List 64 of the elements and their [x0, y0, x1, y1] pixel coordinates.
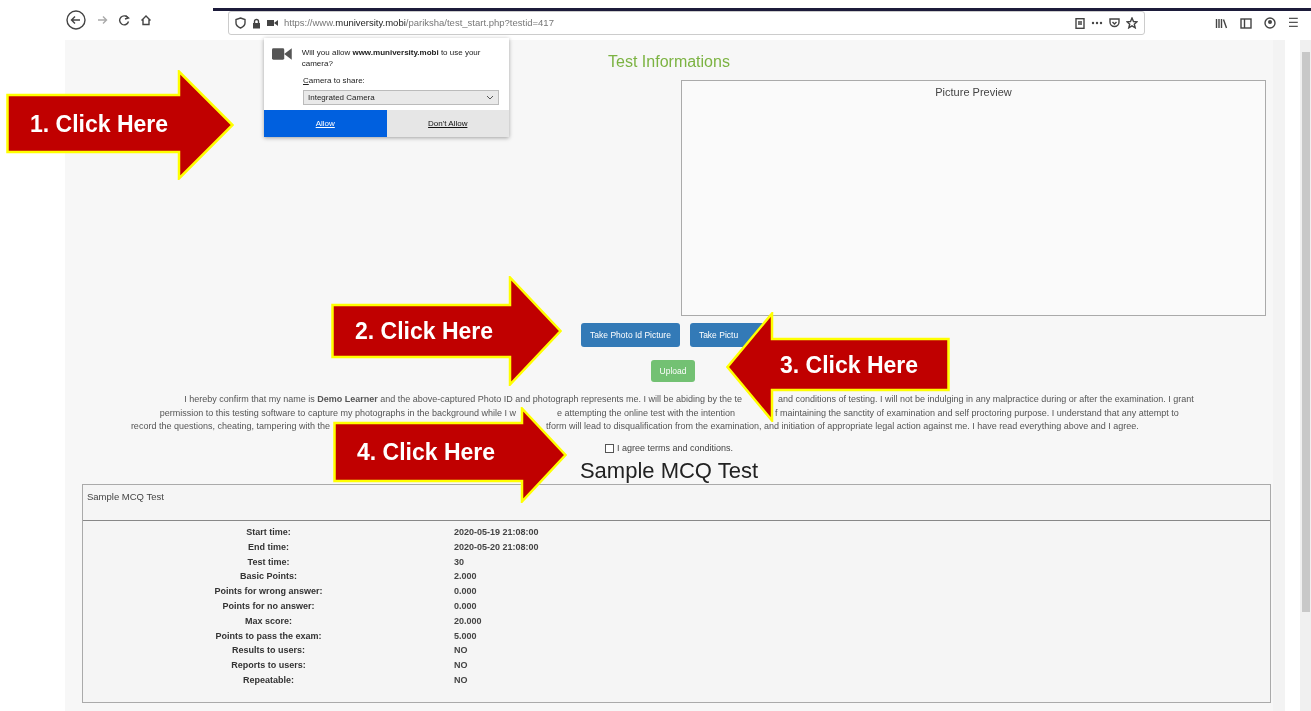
lock-icon[interactable]: [252, 17, 261, 29]
permission-button[interactable]: Don't Allow: [386, 110, 509, 137]
detail-value: 5.000: [454, 630, 477, 641]
detail-value: 2020-05-20 21:08:00: [454, 541, 539, 552]
detail-label: Results to users:: [232, 645, 305, 656]
capture-button[interactable]: Take Photo Id Picture: [581, 323, 680, 347]
callout-label: 1. Click Here: [30, 109, 169, 138]
consent-text: f maintaining the sanctity of examination and self proctoring purpose. I understand that any attempt to: [775, 407, 1179, 418]
account-icon[interactable]: [1264, 17, 1276, 29]
reader-view-icon[interactable]: [1075, 17, 1085, 29]
preview-label: Picture Preview: [935, 86, 1012, 98]
consent-text: and conditions of testing. I will not be indulging in any malpractice during or after the examination. I grant: [778, 394, 1194, 404]
detail-label: Basic Points:: [240, 571, 297, 582]
reload-icon[interactable]: [118, 14, 130, 26]
address-bar[interactable]: https://www.muniversity.mobi/pariksha/test_start.php?testid=417: [228, 11, 1145, 35]
back-icon[interactable]: [66, 10, 86, 30]
consent-text: record the questions, cheating, tampering with the: [130, 421, 330, 431]
chevron-down-icon: [486, 95, 494, 100]
detail-label: Points for wrong answer:: [214, 586, 323, 597]
agree-label[interactable]: I agree terms and conditions.: [616, 441, 734, 455]
detail-label: Max score:: [245, 615, 292, 626]
detail-label: Start time:: [246, 527, 291, 537]
library-icon[interactable]: [1215, 17, 1228, 29]
consent-text: tform will lead to disqualification from the examination, and initiation of appropriate legal action against me. I have read everything above and I agree.: [546, 421, 1139, 431]
select-label: Camera to share:: [303, 75, 366, 87]
detail-label: Points to pass the exam:: [215, 630, 322, 641]
camera-select[interactable]: Integrated Camera: [303, 90, 499, 105]
detail-value: 20.000: [454, 615, 482, 626]
agree-checkbox[interactable]: [604, 443, 614, 453]
consent-text: I hereby confirm that my name is Demo Learner and the above-captured Photo ID and photograph represents me. I will be abiding by the te: [184, 394, 742, 404]
detail-value: NO: [454, 645, 468, 656]
permission-message: Will you allow www.muniversity.mobi to use your camera?: [301, 47, 482, 69]
detail-value: NO: [454, 660, 468, 671]
scrollbar[interactable]: [1300, 40, 1311, 711]
detail-label: Points for no answer:: [222, 601, 315, 611]
url-text[interactable]: https://www.muniversity.mobi/pariksha/test_start.php?testid=417: [284, 15, 554, 31]
detail-label: Test time:: [247, 556, 290, 567]
sidebar-icon[interactable]: [1240, 17, 1252, 29]
detail-value: 2020-05-19 21:08:00: [454, 527, 539, 537]
callout-label: 4. Click Here: [357, 438, 496, 466]
detail-label: Repeatable:: [243, 674, 294, 685]
star-icon[interactable]: [1126, 17, 1138, 29]
detail-value: 30: [454, 556, 464, 567]
pocket-icon[interactable]: [1109, 18, 1120, 28]
more-icon[interactable]: [1091, 21, 1103, 25]
detail-value: 0.000: [454, 586, 477, 597]
detail-value: NO: [454, 674, 468, 685]
home-icon[interactable]: [140, 14, 152, 26]
camera-icon[interactable]: [267, 19, 278, 27]
consent-text: permission to this testing software to capture my photographs in the background while I w: [159, 407, 516, 418]
menu-icon[interactable]: ☰: [1288, 14, 1299, 32]
test-title: Sample MCQ Test: [579, 458, 759, 483]
camera-icon: [272, 47, 292, 61]
detail-label: End time:: [248, 541, 289, 552]
callout-label: 3. Click Here: [780, 350, 919, 379]
detail-value: 2.000: [454, 571, 477, 582]
shield-icon[interactable]: [235, 17, 246, 29]
page-heading: Test Informations: [608, 53, 730, 70]
consent-text: e attempting the online test with the intention: [556, 407, 736, 418]
detail-value: 0.000: [454, 601, 477, 611]
card-header-text: Sample MCQ Test: [87, 491, 164, 502]
detail-label: Reports to users:: [231, 660, 306, 671]
callout-label: 2. Click Here: [355, 317, 494, 345]
permission-button[interactable]: Allow: [264, 110, 387, 137]
